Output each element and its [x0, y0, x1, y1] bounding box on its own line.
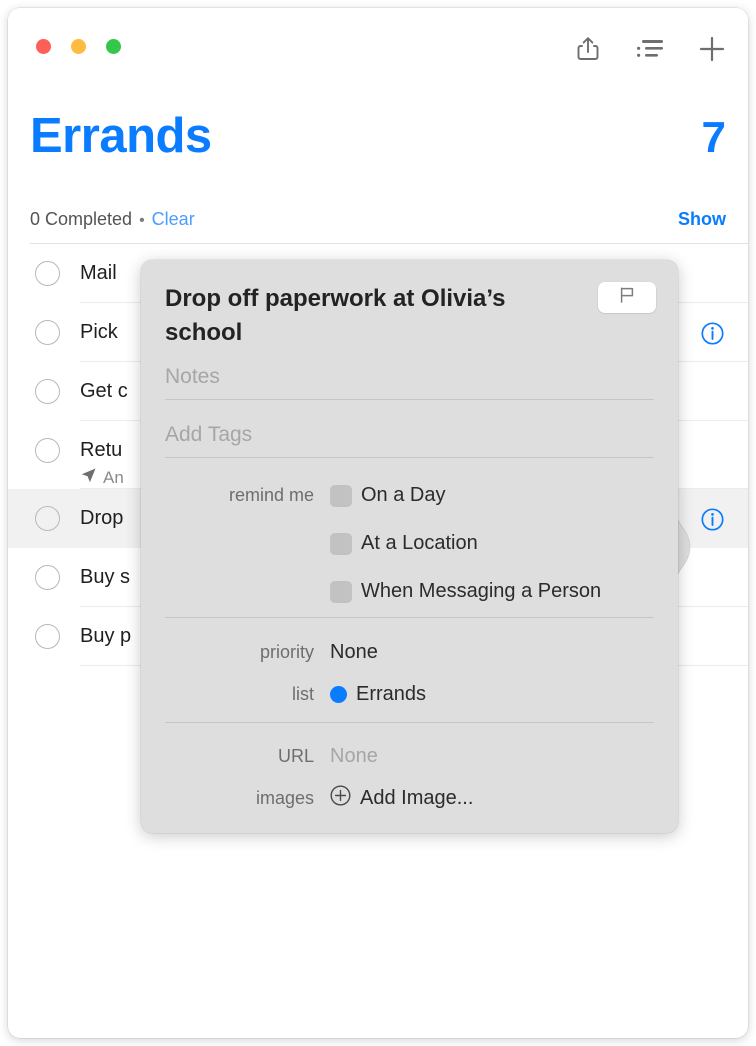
- window-titlebar: [8, 8, 748, 90]
- complete-checkbox[interactable]: [35, 506, 60, 531]
- tags-input[interactable]: Add Tags: [165, 423, 654, 447]
- priority-label: priority: [259, 642, 314, 662]
- url-row: URL None: [165, 745, 654, 768]
- when-messaging-checkbox[interactable]: [330, 580, 352, 603]
- popover-title-row: Drop off paperwork at Olivia’s school: [165, 282, 656, 350]
- complete-checkbox[interactable]: [35, 379, 60, 404]
- info-icon[interactable]: [701, 508, 724, 531]
- at-a-location-label: At a Location: [361, 532, 478, 554]
- app-root: Errands 7 0 Completed • Clear Show Mail: [0, 0, 756, 1046]
- when-messaging-label: When Messaging a Person: [361, 580, 602, 602]
- remind-me-on-a-day-value: On a Day: [330, 484, 445, 507]
- popover-divider: [165, 722, 654, 723]
- popover-divider: [165, 457, 654, 458]
- popover-title[interactable]: Drop off paperwork at Olivia’s school: [165, 282, 565, 350]
- list-name: Errands: [356, 683, 427, 705]
- complete-checkbox[interactable]: [35, 320, 60, 345]
- reminder-subtitle-text: An: [103, 468, 124, 487]
- plus-icon[interactable]: [698, 34, 726, 64]
- completed-count-label: 0 Completed: [30, 209, 133, 229]
- remind-me-at-a-location-row: At a Location: [165, 532, 654, 555]
- complete-checkbox[interactable]: [35, 624, 60, 649]
- list-header: Errands 7 0 Completed • Clear Show: [8, 90, 748, 243]
- notes-input[interactable]: Notes: [165, 365, 654, 389]
- remind-me-label: remind me: [228, 485, 314, 505]
- list-color-dot: [330, 686, 347, 703]
- remind-me-at-a-location-value: At a Location: [330, 532, 478, 555]
- complete-checkbox[interactable]: [35, 438, 60, 463]
- remind-me-when-messaging-row: When Messaging a Person: [165, 580, 654, 603]
- list-value[interactable]: Errands: [330, 683, 426, 706]
- plus-circle-icon: [330, 785, 351, 812]
- flag-icon: [618, 286, 636, 309]
- popover-divider: [165, 617, 654, 618]
- traffic-lights: [36, 39, 121, 54]
- url-label: URL: [277, 746, 314, 766]
- priority-value[interactable]: None: [330, 641, 378, 664]
- share-icon[interactable]: [574, 34, 602, 64]
- show-completed-button[interactable]: Show: [678, 209, 726, 230]
- popover-tail: [676, 513, 692, 581]
- on-a-day-checkbox[interactable]: [330, 484, 352, 507]
- images-label: images: [255, 788, 314, 808]
- window-toolbar: [574, 34, 726, 64]
- reminder-count: 7: [701, 113, 726, 162]
- clear-button[interactable]: Clear: [152, 209, 195, 230]
- at-a-location-checkbox[interactable]: [330, 532, 352, 555]
- page-title: Errands: [30, 109, 212, 163]
- info-icon[interactable]: [701, 322, 724, 345]
- remind-me-on-a-day-row: remind me On a Day: [165, 484, 654, 507]
- summary-separator: •: [139, 212, 145, 229]
- minimize-window-button[interactable]: [71, 39, 86, 54]
- close-window-button[interactable]: [36, 39, 51, 54]
- list-label: list: [292, 684, 314, 704]
- completed-summary: 0 Completed • Clear: [30, 209, 195, 230]
- images-row: images Add Image...: [165, 785, 654, 812]
- add-image-button[interactable]: Add Image...: [330, 785, 473, 812]
- complete-checkbox[interactable]: [35, 565, 60, 590]
- reminders-window: Errands 7 0 Completed • Clear Show Mail: [8, 8, 748, 1038]
- location-arrow-icon: [80, 467, 97, 489]
- add-image-label: Add Image...: [360, 787, 474, 809]
- complete-checkbox[interactable]: [35, 261, 60, 286]
- maximize-window-button[interactable]: [106, 39, 121, 54]
- list-view-icon[interactable]: [636, 34, 664, 64]
- remind-me-when-messaging-value: When Messaging a Person: [330, 580, 601, 603]
- url-value[interactable]: None: [330, 745, 378, 768]
- priority-row: priority None: [165, 641, 654, 664]
- reminder-detail-popover: Drop off paperwork at Olivia’s school No…: [141, 260, 678, 833]
- popover-divider: [165, 399, 654, 400]
- list-row: list Errands: [165, 683, 654, 706]
- flag-button[interactable]: [598, 282, 656, 313]
- on-a-day-label: On a Day: [361, 484, 446, 506]
